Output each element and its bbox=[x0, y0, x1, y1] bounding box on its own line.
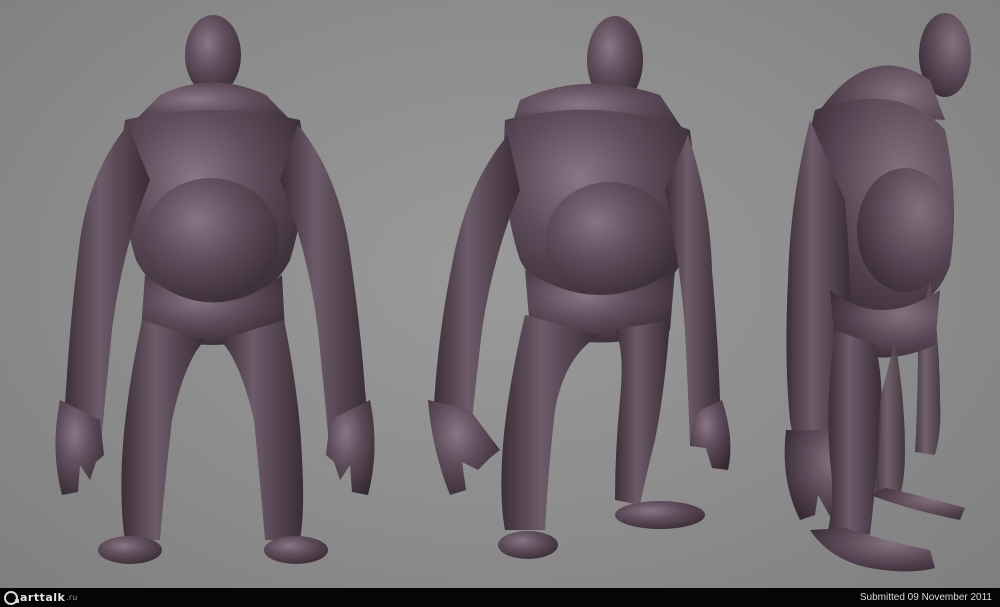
figure-front-view bbox=[55, 15, 375, 564]
footer-bar: arttalk .ru Submitted 09 November 2011 bbox=[0, 588, 1000, 607]
site-logo: arttalk .ru bbox=[4, 588, 77, 607]
logo-mark-icon bbox=[4, 590, 19, 605]
figure-side-view bbox=[784, 13, 971, 572]
figure-three-quarter-view bbox=[428, 16, 731, 559]
sculpt-render bbox=[55, 13, 971, 572]
logo-suffix: .ru bbox=[66, 593, 78, 602]
image-canvas: arttalk .ru Submitted 09 November 2011 bbox=[0, 0, 1000, 607]
logo-text: arttalk bbox=[20, 591, 66, 604]
submitted-date-text: Submitted 09 November 2011 bbox=[859, 592, 992, 603]
